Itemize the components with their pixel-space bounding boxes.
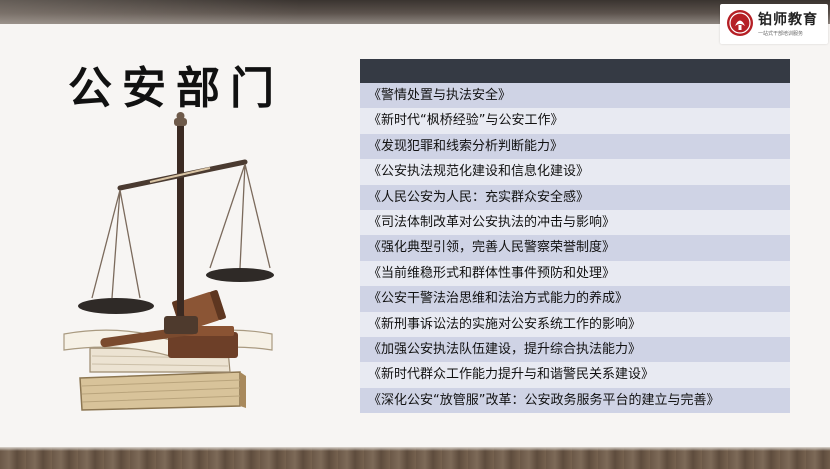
course-item: 《司法体制改革对公安执法的冲击与影响》 — [360, 209, 790, 236]
logo-name: 铂师教育 — [758, 12, 818, 28]
course-item: 《深化公安“放管服”改革：公安政务服务平台的建立与完善》 — [360, 387, 790, 414]
course-item: 《公安执法规范化建设和信息化建设》 — [360, 159, 790, 185]
course-item: 《强化典型引领，完善人民警察荣誉制度》 — [360, 235, 790, 261]
bottom-wood-banner — [0, 447, 830, 469]
top-banner — [0, 0, 830, 24]
banner-fade — [0, 0, 300, 24]
course-item: 《发现犯罪和线索分析判断能力》 — [360, 133, 790, 160]
course-list: 《警情处置与执法安全》 《新时代“枫桥经验”与公安工作》 《发现犯罪和线索分析判… — [360, 59, 790, 414]
brand-logo: 铂师教育 一站式干部培训服务 — [720, 4, 828, 44]
course-item: 《新时代群众工作能力提升与和谐警民关系建设》 — [360, 362, 790, 388]
course-item: 《人民公安为人民：充实群众安全感》 — [360, 184, 790, 210]
course-item: 《新刑事诉讼法的实施对公安系统工作的影响》 — [360, 311, 790, 337]
course-item: 《新时代“枫桥经验”与公安工作》 — [360, 108, 790, 134]
course-item: 《公安干警法治思维和法治方式能力的养成》 — [360, 286, 790, 312]
course-item: 《警情处置与执法安全》 — [360, 83, 790, 109]
logo-subtitle: 一站式干部培训服务 — [758, 31, 804, 37]
bosi-seal-icon — [727, 10, 753, 36]
scales-of-justice-illustration — [63, 112, 274, 411]
course-list-header — [360, 59, 790, 83]
course-item: 《加强公安执法队伍建设，提升综合执法能力》 — [360, 336, 790, 363]
page-title: 公安部门 — [68, 63, 284, 114]
course-item: 《当前维稳形式和群体性事件预防和处理》 — [360, 260, 790, 287]
